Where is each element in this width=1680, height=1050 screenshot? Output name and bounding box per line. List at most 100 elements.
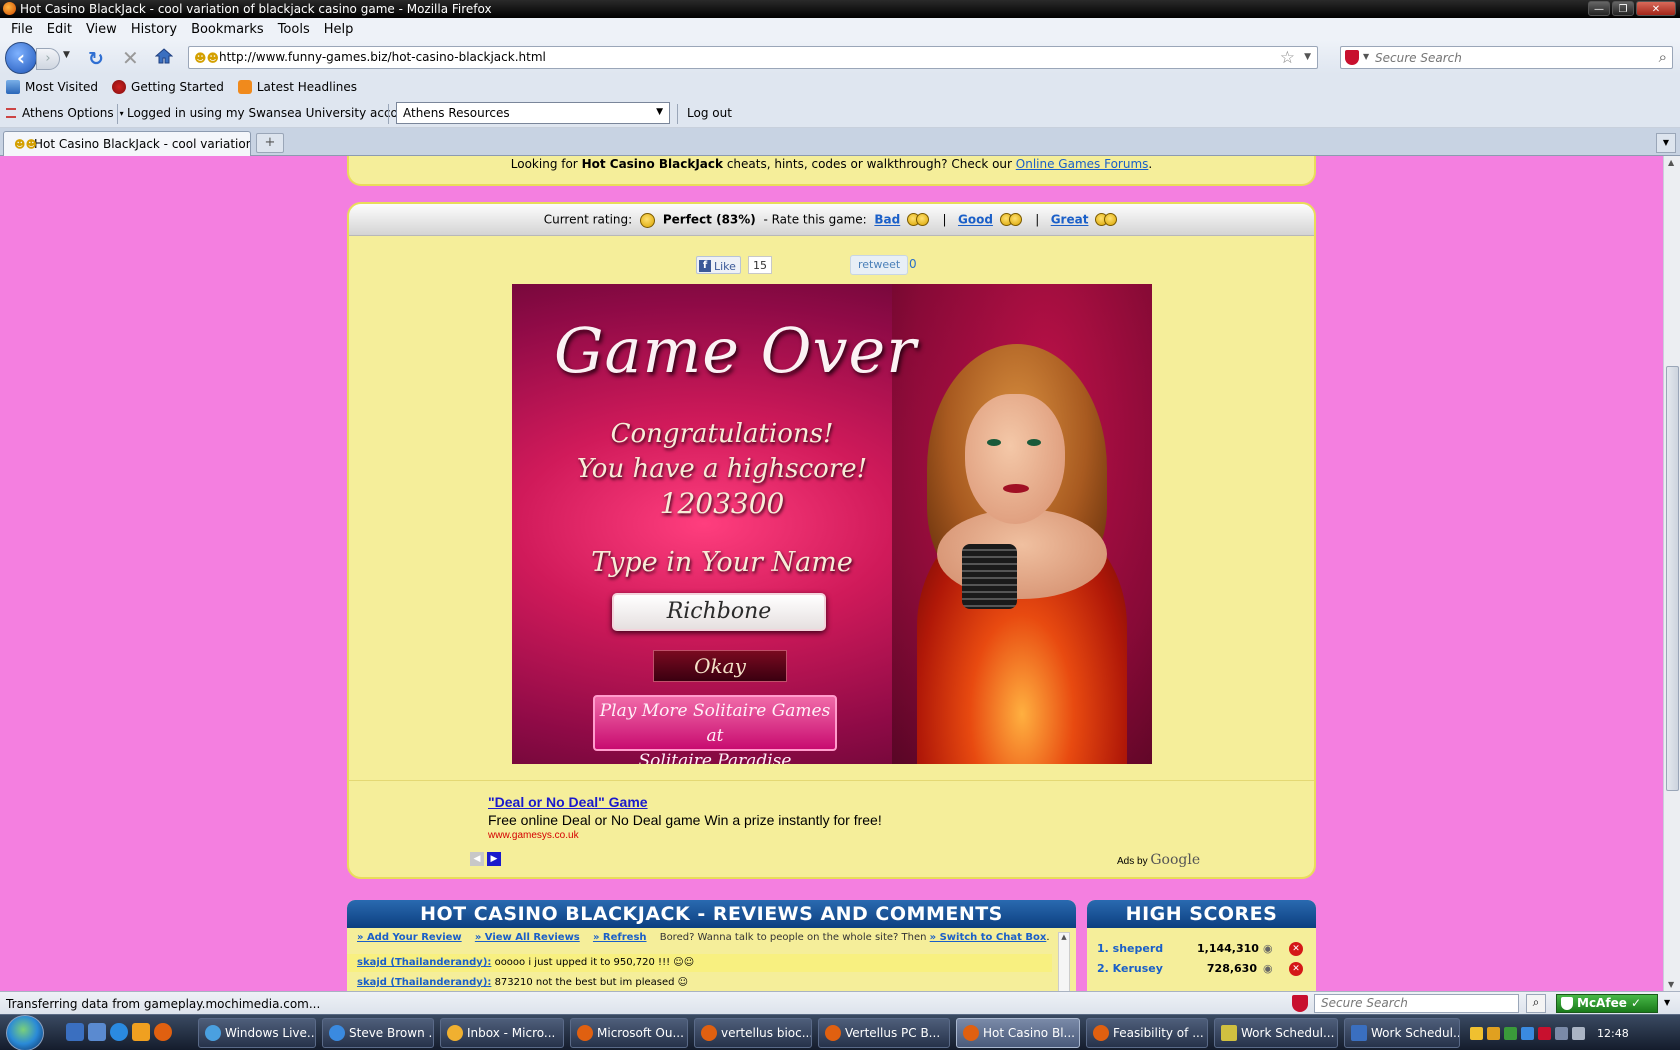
reviews-scrollbar[interactable]: ▲ bbox=[1058, 932, 1070, 991]
mcafee-shield-icon[interactable] bbox=[1538, 1026, 1551, 1040]
scroll-down-icon[interactable]: ▼ bbox=[1668, 980, 1674, 989]
review-author-link[interactable]: skajd (Thailanderandy): bbox=[357, 977, 491, 988]
address-bar[interactable]: ☻☻ http://www.funny-games.biz/hot-casino… bbox=[188, 46, 1318, 69]
highscores-heading: HIGH SCORES bbox=[1087, 900, 1316, 928]
url-dropdown-icon[interactable]: ▼ bbox=[1304, 52, 1311, 62]
rate-good-link[interactable]: Good bbox=[958, 213, 993, 227]
remove-icon[interactable]: ✕ bbox=[1289, 962, 1303, 976]
new-tab-button[interactable]: + bbox=[256, 133, 284, 153]
firefox-icon bbox=[1093, 1025, 1109, 1041]
chevron-down-icon[interactable]: ▼ bbox=[1664, 998, 1670, 1007]
taskbar-item[interactable]: Work Schedul... bbox=[1344, 1018, 1460, 1048]
view-icon[interactable]: ◉ bbox=[1263, 962, 1273, 975]
back-button[interactable]: ‹ bbox=[5, 42, 37, 74]
ads-by-google[interactable]: Ads by Google bbox=[1117, 852, 1200, 868]
menu-edit[interactable]: Edit bbox=[40, 22, 79, 37]
bookmark-getting-started[interactable]: Getting Started bbox=[112, 79, 224, 94]
add-review-link[interactable]: » Add Your Review bbox=[357, 932, 462, 943]
history-dropdown-icon[interactable]: ▼ bbox=[63, 50, 70, 60]
menu-view[interactable]: View bbox=[79, 22, 124, 37]
facebook-icon: f bbox=[699, 260, 711, 272]
bookmark-most-visited[interactable]: Most Visited bbox=[6, 79, 98, 94]
okay-button[interactable]: Okay bbox=[653, 650, 787, 682]
page-scrollbar[interactable]: ▲ ▼ bbox=[1663, 156, 1680, 991]
ad-prev-button[interactable]: ◀ bbox=[470, 852, 484, 866]
facebook-like-button[interactable]: f Like bbox=[696, 256, 741, 274]
taskbar-item[interactable]: Windows Live... bbox=[198, 1018, 316, 1048]
close-button[interactable]: ✕ bbox=[1636, 1, 1676, 16]
start-button[interactable] bbox=[6, 1015, 44, 1050]
people-icon[interactable] bbox=[1504, 1026, 1517, 1040]
chat-box-link[interactable]: » Switch to Chat Box bbox=[930, 932, 1047, 943]
highscore-player-link[interactable]: 2. Kerusey bbox=[1097, 962, 1163, 975]
home-icon[interactable] bbox=[154, 48, 174, 64]
bookmark-star-icon[interactable]: ☆ bbox=[1280, 48, 1295, 68]
search-input[interactable] bbox=[1375, 49, 1635, 66]
scroll-up-icon[interactable]: ▲ bbox=[1668, 158, 1674, 167]
game-canvas[interactable]: Game Over Congratulations! You have a hi… bbox=[512, 284, 1152, 764]
forward-button[interactable]: › bbox=[36, 48, 60, 70]
firefox-icon[interactable] bbox=[154, 1023, 172, 1041]
internet-explorer-icon[interactable] bbox=[110, 1023, 128, 1041]
mcafee-button[interactable]: McAfee ✓ bbox=[1556, 994, 1658, 1013]
taskbar-item[interactable]: Inbox - Micro... bbox=[440, 1018, 564, 1048]
search-icon[interactable]: ⌕ bbox=[1659, 48, 1667, 66]
taskbar-item-active[interactable]: Hot Casino Bl... bbox=[956, 1018, 1080, 1048]
rate-bad-link[interactable]: Bad bbox=[874, 213, 900, 227]
forums-link[interactable]: Online Games Forums bbox=[1016, 157, 1149, 171]
review-author-link[interactable]: skajd (Thailanderandy): bbox=[357, 957, 491, 968]
mail-icon[interactable] bbox=[1470, 1026, 1483, 1040]
tab-list-button[interactable]: ▼ bbox=[1656, 133, 1676, 153]
taskbar-item[interactable]: Work Schedul... bbox=[1214, 1018, 1338, 1048]
show-desktop-icon[interactable] bbox=[66, 1023, 84, 1041]
ad-next-button[interactable]: ▶ bbox=[487, 852, 501, 866]
volume-icon[interactable] bbox=[1572, 1026, 1585, 1040]
player-name-input[interactable]: Richbone bbox=[612, 593, 826, 631]
bookmark-latest-headlines[interactable]: Latest Headlines bbox=[237, 79, 357, 94]
solitaire-paradise-button[interactable]: Play More Solitaire Games at Solitaire P… bbox=[593, 695, 837, 764]
minimize-button[interactable]: — bbox=[1588, 1, 1610, 16]
menu-bookmarks[interactable]: Bookmarks bbox=[184, 22, 271, 37]
ad-url[interactable]: www.gamesys.co.uk bbox=[488, 830, 882, 841]
url-text[interactable]: http://www.funny-games.biz/hot-casino-bl… bbox=[219, 50, 546, 64]
search-icon[interactable]: ⌕ bbox=[1526, 994, 1546, 1013]
menu-file[interactable]: File bbox=[4, 22, 40, 37]
reload-icon[interactable]: ↻ bbox=[88, 48, 104, 70]
taskbar-item[interactable]: Microsoft Ou... bbox=[570, 1018, 688, 1048]
menu-help[interactable]: Help bbox=[317, 22, 361, 37]
engine-dropdown-icon[interactable]: ▼ bbox=[1363, 52, 1369, 61]
mcafee-shield-icon[interactable] bbox=[1292, 995, 1308, 1012]
mcafee-shield-icon[interactable] bbox=[1345, 50, 1359, 65]
retweet-count: 0 bbox=[909, 257, 917, 271]
explorer-icon[interactable] bbox=[88, 1023, 106, 1041]
scrollbar-thumb[interactable] bbox=[1666, 366, 1679, 791]
most-visited-icon bbox=[6, 79, 20, 94]
highscore-player-link[interactable]: 1. sheperd bbox=[1097, 942, 1163, 955]
logout-button[interactable]: Log out bbox=[687, 106, 732, 120]
stop-icon[interactable]: ✕ bbox=[122, 46, 139, 70]
menu-history[interactable]: History bbox=[124, 22, 184, 37]
network-icon[interactable] bbox=[1555, 1026, 1568, 1040]
taskbar-item[interactable]: Feasibility of ... bbox=[1086, 1018, 1208, 1048]
remove-icon[interactable]: ✕ bbox=[1289, 942, 1303, 956]
tab-hot-casino-blackjack[interactable]: ☻☻ Hot Casino BlackJack - cool variation… bbox=[3, 131, 251, 156]
view-icon[interactable]: ◉ bbox=[1263, 942, 1273, 955]
chat-icon[interactable] bbox=[1487, 1026, 1500, 1040]
retweet-button[interactable]: retweet bbox=[850, 255, 909, 275]
outlook-icon[interactable] bbox=[132, 1023, 150, 1041]
refresh-link[interactable]: » Refresh bbox=[593, 932, 647, 943]
taskbar-item[interactable]: Vertellus PC B... bbox=[818, 1018, 950, 1048]
status-search-input[interactable]: Secure Search bbox=[1314, 994, 1519, 1013]
athens-options-button[interactable]: Athens Options ▾ bbox=[6, 106, 124, 120]
view-all-reviews-link[interactable]: » View All Reviews bbox=[475, 932, 580, 943]
messenger-icon[interactable] bbox=[1521, 1026, 1534, 1040]
athens-resources-select[interactable]: Athens Resources ▼ bbox=[396, 102, 670, 124]
ad-title-link[interactable]: "Deal or No Deal" Game bbox=[488, 794, 882, 810]
maximize-button[interactable]: ❐ bbox=[1612, 1, 1634, 16]
clock[interactable]: 12:48 bbox=[1597, 1027, 1629, 1040]
rate-great-link[interactable]: Great bbox=[1051, 213, 1089, 227]
taskbar-item[interactable]: vertellus bioc... bbox=[694, 1018, 812, 1048]
taskbar-item[interactable]: Steve Brown ... bbox=[322, 1018, 434, 1048]
search-bar[interactable]: ▼ ⌕ bbox=[1340, 46, 1673, 69]
menu-tools[interactable]: Tools bbox=[271, 22, 317, 37]
